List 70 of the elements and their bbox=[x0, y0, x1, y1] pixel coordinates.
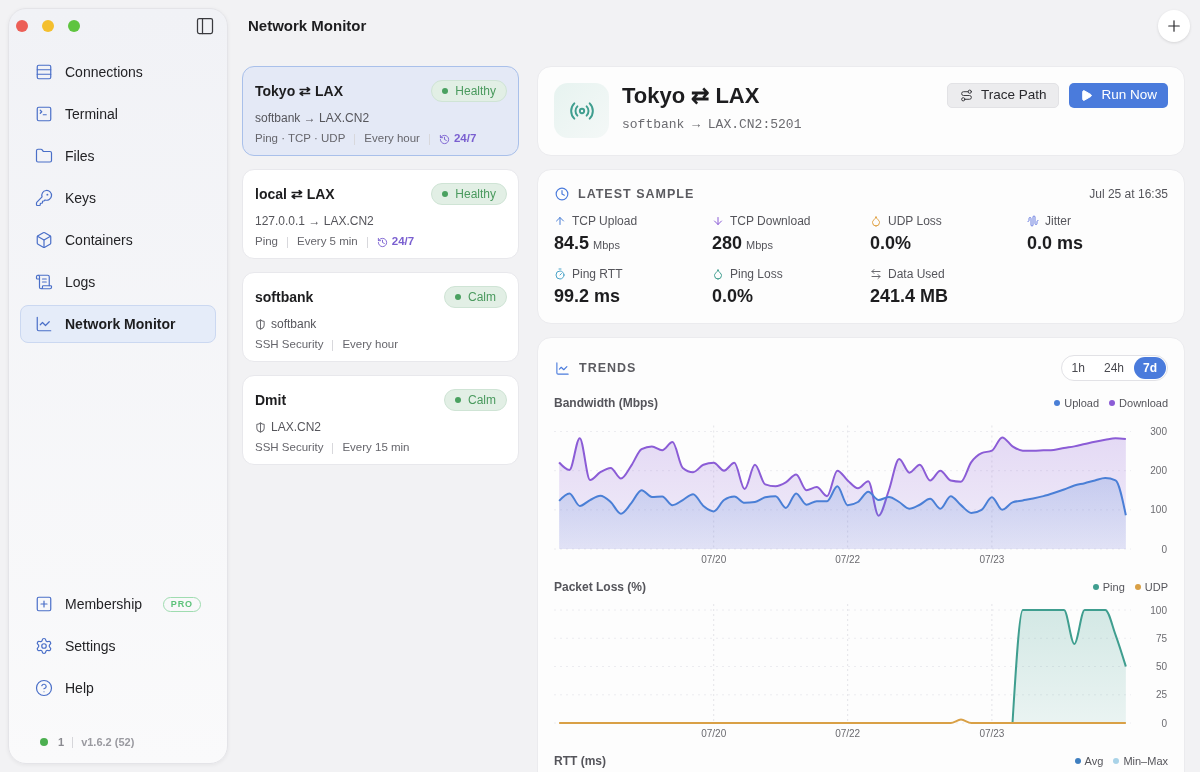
x-tick-label: 07/20 bbox=[701, 554, 727, 565]
monitor-title: Dmit bbox=[255, 390, 287, 410]
metric-unit: Mbps bbox=[593, 238, 620, 253]
legend-label: Download bbox=[1119, 395, 1168, 411]
legend-label: Upload bbox=[1064, 395, 1100, 411]
status-label: Healthy bbox=[455, 83, 496, 100]
connection-count: 1 bbox=[58, 734, 65, 750]
route-text: softbank → LAX.CN2 bbox=[255, 110, 370, 127]
meta-text: Ping bbox=[255, 234, 279, 250]
metric-label: Jitter bbox=[1045, 213, 1071, 230]
metric-value: 0.0% bbox=[712, 285, 754, 308]
metric-value: 99.2 ms bbox=[554, 285, 621, 308]
page-title: Network Monitor bbox=[248, 15, 367, 36]
metric-label: Ping RTT bbox=[572, 266, 623, 283]
metric-label: Data Used bbox=[888, 266, 945, 283]
y-tick-label: 0 bbox=[1161, 543, 1167, 555]
schedule-text: 24/7 bbox=[391, 234, 415, 250]
schedule-text: 24/7 bbox=[453, 131, 477, 147]
detail-title: Tokyo ⇄ LAX bbox=[622, 83, 761, 109]
y-tick-label: 25 bbox=[1155, 689, 1167, 701]
section-title: LATEST SAMPLE bbox=[578, 185, 695, 203]
meta-text: Every 15 min bbox=[342, 440, 410, 456]
metric-value: 0.0 ms bbox=[1027, 232, 1084, 255]
meta-text: Every hour bbox=[342, 337, 398, 353]
monitor-title: softbank bbox=[255, 287, 314, 307]
endpoint-text: softbank → LAX.CN2:5201 bbox=[622, 116, 802, 134]
metric-value: 280 bbox=[712, 232, 743, 255]
x-tick-label: 07/22 bbox=[835, 728, 861, 739]
meta-text: SSH Security bbox=[255, 337, 324, 353]
meta-text: Ping · TCP · UDP bbox=[255, 131, 346, 147]
legend-label: Avg bbox=[1084, 753, 1104, 769]
section-title: TRENDS bbox=[579, 359, 637, 377]
monitor-title: Tokyo ⇄ LAX bbox=[255, 81, 343, 101]
route-text: 127.0.0.1 → LAX.CN2 bbox=[255, 213, 374, 230]
chart-title: Packet Loss (%) bbox=[554, 579, 647, 596]
meta-text: SSH Security bbox=[255, 440, 324, 456]
meta-text: Every hour bbox=[364, 131, 420, 147]
y-tick-label: 50 bbox=[1155, 661, 1167, 672]
legend-label: UDP bbox=[1144, 579, 1168, 595]
chart-title: Bandwidth (Mbps) bbox=[554, 395, 658, 412]
metric-value: 0.0% bbox=[870, 232, 912, 255]
chart-title: RTT (ms) bbox=[554, 753, 606, 770]
metric-value: 84.5 bbox=[554, 232, 590, 255]
meta-text: Every 5 min bbox=[297, 234, 358, 250]
status-label: Healthy bbox=[455, 186, 496, 203]
status-label: Calm bbox=[468, 289, 496, 306]
metric-label: Ping Loss bbox=[730, 266, 783, 283]
y-tick-label: 300 bbox=[1150, 426, 1167, 437]
x-tick-label: 07/20 bbox=[701, 728, 727, 739]
metric-label: UDP Loss bbox=[888, 213, 942, 230]
status-label: Calm bbox=[468, 392, 496, 409]
x-tick-label: 07/23 bbox=[979, 728, 1005, 739]
x-tick-label: 07/22 bbox=[835, 554, 861, 565]
host-name: LAX.CN2 bbox=[271, 419, 322, 436]
monitor-title: local ⇄ LAX bbox=[255, 184, 335, 204]
version-label: v1.6.2 (52) bbox=[81, 734, 135, 750]
legend-label: Ping bbox=[1102, 579, 1125, 595]
y-tick-label: 100 bbox=[1150, 604, 1167, 616]
metric-value: 241.4 MB bbox=[870, 285, 949, 308]
metric-label: TCP Upload bbox=[572, 213, 638, 230]
sample-time: Jul 25 at 16:35 bbox=[1089, 186, 1168, 203]
x-tick-label: 07/23 bbox=[979, 554, 1005, 565]
host-name: softbank bbox=[271, 316, 317, 333]
y-tick-label: 100 bbox=[1150, 504, 1167, 516]
metric-label: TCP Download bbox=[730, 213, 811, 230]
y-tick-label: 75 bbox=[1155, 632, 1167, 644]
y-tick-label: 200 bbox=[1150, 465, 1167, 477]
legend-label: Min–Max bbox=[1123, 753, 1168, 769]
metric-unit: Mbps bbox=[746, 238, 773, 253]
y-tick-label: 0 bbox=[1161, 717, 1167, 729]
